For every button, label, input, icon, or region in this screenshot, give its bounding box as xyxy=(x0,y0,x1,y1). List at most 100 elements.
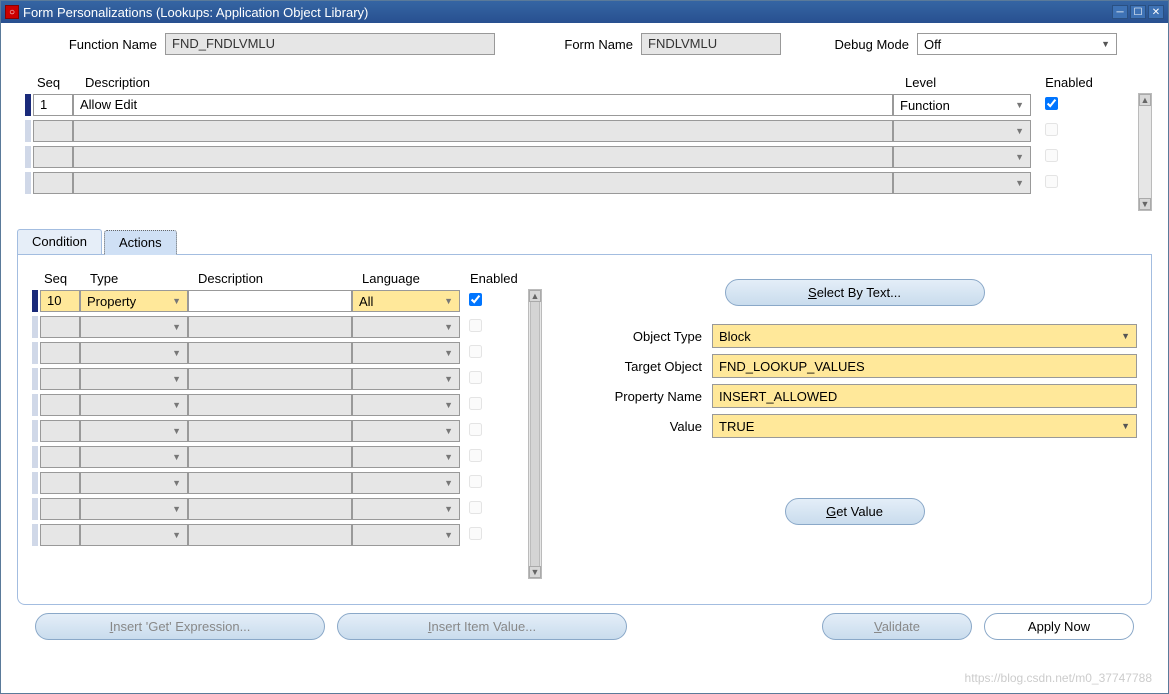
minimize-button[interactable]: ─ xyxy=(1112,5,1128,19)
rule-enabled-checkbox[interactable] xyxy=(1045,175,1058,188)
rule-description-input[interactable] xyxy=(73,172,893,194)
rule-level-dropdown[interactable]: ▼ xyxy=(893,120,1031,142)
rule-seq-input[interactable] xyxy=(33,172,73,194)
rule-enabled-checkbox[interactable] xyxy=(1045,123,1058,136)
action-row-empty[interactable]: ▼▼ xyxy=(32,316,528,338)
action-seq-input[interactable] xyxy=(40,420,80,442)
action-type-dropdown[interactable]: ▼ xyxy=(80,316,188,338)
action-seq-input[interactable] xyxy=(40,524,80,546)
rule-row-empty[interactable]: ▼ xyxy=(17,146,1138,168)
select-by-text-button[interactable]: Select By Text... xyxy=(725,279,985,306)
rule-seq-input[interactable] xyxy=(33,120,73,142)
action-row[interactable]: 10 Property▼ All▼ xyxy=(32,290,528,312)
action-type-dropdown[interactable]: ▼ xyxy=(80,524,188,546)
scroll-thumb[interactable] xyxy=(530,302,540,566)
action-type-dropdown[interactable]: ▼ xyxy=(80,472,188,494)
maximize-button[interactable]: ☐ xyxy=(1130,5,1146,19)
action-enabled-checkbox[interactable] xyxy=(469,527,482,540)
action-seq-input[interactable] xyxy=(40,342,80,364)
action-description-input[interactable] xyxy=(188,420,352,442)
rule-description-input[interactable] xyxy=(73,146,893,168)
rule-row-empty[interactable]: ▼ xyxy=(17,120,1138,142)
action-enabled-checkbox[interactable] xyxy=(469,293,482,306)
action-enabled-checkbox[interactable] xyxy=(469,319,482,332)
action-row-empty[interactable]: ▼▼ xyxy=(32,368,528,390)
tab-actions[interactable]: Actions xyxy=(104,230,177,255)
action-enabled-checkbox[interactable] xyxy=(469,397,482,410)
action-type-dropdown[interactable]: ▼ xyxy=(80,394,188,416)
action-row-empty[interactable]: ▼▼ xyxy=(32,394,528,416)
rule-level-dropdown[interactable]: ▼ xyxy=(893,146,1031,168)
action-type-dropdown[interactable]: Property▼ xyxy=(80,290,188,312)
action-language-dropdown[interactable]: ▼ xyxy=(352,524,460,546)
insert-get-button[interactable]: Insert 'Get' Expression... xyxy=(35,613,325,640)
action-row-empty[interactable]: ▼▼ xyxy=(32,472,528,494)
action-enabled-checkbox[interactable] xyxy=(469,501,482,514)
action-description-input[interactable] xyxy=(188,446,352,468)
action-description-input[interactable] xyxy=(188,368,352,390)
property-name-field[interactable]: INSERT_ALLOWED xyxy=(712,384,1137,408)
action-language-dropdown[interactable]: ▼ xyxy=(352,316,460,338)
tab-condition[interactable]: Condition xyxy=(17,229,102,254)
action-seq-input[interactable] xyxy=(40,472,80,494)
action-seq-input[interactable] xyxy=(40,446,80,468)
action-row-empty[interactable]: ▼▼ xyxy=(32,342,528,364)
action-seq-input[interactable] xyxy=(40,498,80,520)
action-enabled-checkbox[interactable] xyxy=(469,371,482,384)
action-description-input[interactable] xyxy=(188,316,352,338)
rule-description-input[interactable]: Allow Edit xyxy=(73,94,893,116)
action-type-dropdown[interactable]: ▼ xyxy=(80,498,188,520)
action-enabled-checkbox[interactable] xyxy=(469,475,482,488)
action-language-dropdown[interactable]: ▼ xyxy=(352,368,460,390)
action-language-dropdown[interactable]: ▼ xyxy=(352,498,460,520)
insert-item-button[interactable]: Insert Item Value... xyxy=(337,613,627,640)
action-enabled-checkbox[interactable] xyxy=(469,345,482,358)
target-object-field[interactable]: FND_LOOKUP_VALUES xyxy=(712,354,1137,378)
action-description-input[interactable] xyxy=(188,498,352,520)
apply-now-button[interactable]: Apply Now xyxy=(984,613,1134,640)
action-row-empty[interactable]: ▼▼ xyxy=(32,498,528,520)
debug-mode-dropdown[interactable]: Off ▼ xyxy=(917,33,1117,55)
action-language-dropdown[interactable]: ▼ xyxy=(352,420,460,442)
action-seq-input[interactable] xyxy=(40,368,80,390)
rule-level-dropdown[interactable]: ▼ xyxy=(893,172,1031,194)
action-enabled-checkbox[interactable] xyxy=(469,449,482,462)
scroll-down-icon[interactable]: ▼ xyxy=(529,566,541,578)
rule-row[interactable]: 1 Allow Edit Function ▼ xyxy=(17,94,1138,116)
value-dropdown[interactable]: TRUE▼ xyxy=(712,414,1137,438)
rule-description-input[interactable] xyxy=(73,120,893,142)
action-description-input[interactable] xyxy=(188,290,352,312)
action-language-dropdown[interactable]: ▼ xyxy=(352,394,460,416)
get-value-button[interactable]: Get Value xyxy=(785,498,925,525)
rules-scrollbar[interactable]: ▲ ▼ xyxy=(1138,93,1152,211)
scroll-up-icon[interactable]: ▲ xyxy=(529,290,541,302)
action-description-input[interactable] xyxy=(188,472,352,494)
object-type-dropdown[interactable]: Block▼ xyxy=(712,324,1137,348)
action-seq-input[interactable] xyxy=(40,394,80,416)
scroll-down-icon[interactable]: ▼ xyxy=(1139,198,1151,210)
action-seq-input[interactable]: 10 xyxy=(40,290,80,312)
action-language-dropdown[interactable]: ▼ xyxy=(352,446,460,468)
action-type-dropdown[interactable]: ▼ xyxy=(80,342,188,364)
action-description-input[interactable] xyxy=(188,342,352,364)
action-enabled-checkbox[interactable] xyxy=(469,423,482,436)
rule-row-empty[interactable]: ▼ xyxy=(17,172,1138,194)
rule-seq-input[interactable]: 1 xyxy=(33,94,73,116)
validate-button[interactable]: Validate xyxy=(822,613,972,640)
action-row-empty[interactable]: ▼▼ xyxy=(32,446,528,468)
rule-seq-input[interactable] xyxy=(33,146,73,168)
action-type-dropdown[interactable]: ▼ xyxy=(80,368,188,390)
close-button[interactable]: ✕ xyxy=(1148,5,1164,19)
action-description-input[interactable] xyxy=(188,394,352,416)
rule-enabled-checkbox[interactable] xyxy=(1045,149,1058,162)
action-language-dropdown[interactable]: All▼ xyxy=(352,290,460,312)
action-description-input[interactable] xyxy=(188,524,352,546)
action-language-dropdown[interactable]: ▼ xyxy=(352,472,460,494)
rule-level-dropdown[interactable]: Function ▼ xyxy=(893,94,1031,116)
actions-scrollbar[interactable]: ▲ ▼ xyxy=(528,289,542,579)
action-seq-input[interactable] xyxy=(40,316,80,338)
action-type-dropdown[interactable]: ▼ xyxy=(80,446,188,468)
action-type-dropdown[interactable]: ▼ xyxy=(80,420,188,442)
action-row-empty[interactable]: ▼▼ xyxy=(32,524,528,546)
action-row-empty[interactable]: ▼▼ xyxy=(32,420,528,442)
